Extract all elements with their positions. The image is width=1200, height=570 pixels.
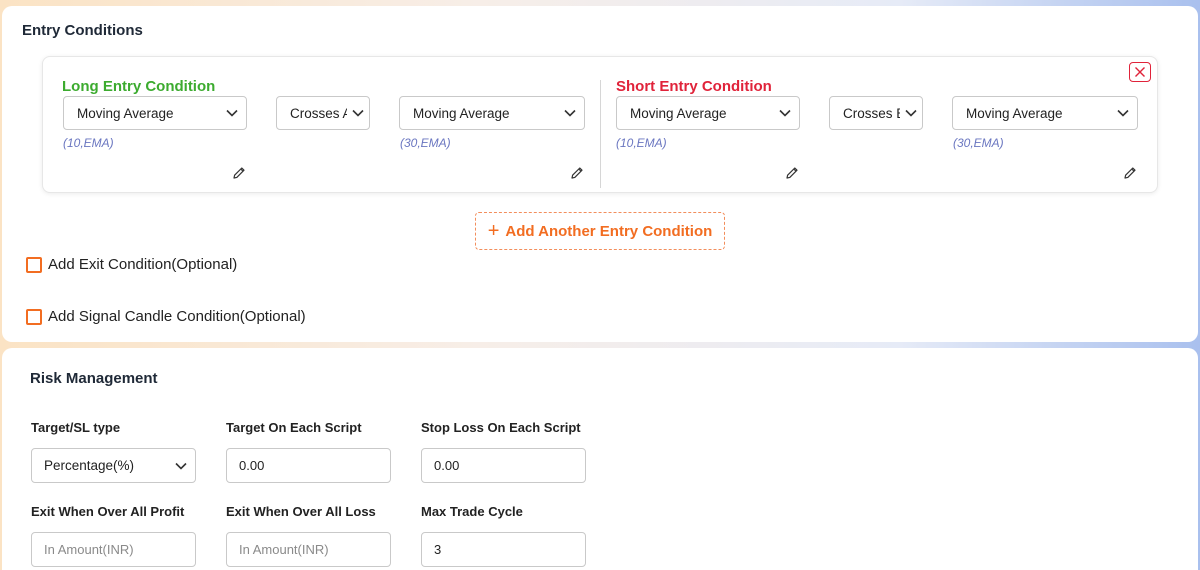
pencil-icon[interactable]	[232, 166, 246, 180]
short-entry-title: Short Entry Condition	[616, 78, 772, 95]
signal-candle-checkbox[interactable]	[26, 308, 42, 325]
add-entry-condition-button[interactable]: + Add Another Entry Condition	[475, 212, 725, 250]
chevron-down-icon	[564, 109, 576, 117]
short-comparator-select[interactable]: Crosses Below	[829, 96, 923, 130]
long-indicator1-params: (10,EMA)	[63, 136, 114, 150]
risk-management-card: Risk Management Target/SL type Target On…	[2, 348, 1198, 570]
pencil-icon[interactable]	[1123, 166, 1137, 180]
exit-condition-option[interactable]: Add Exit Condition(Optional)	[26, 256, 237, 273]
target-sl-type-select[interactable]: Percentage(%)	[31, 448, 196, 483]
target-input[interactable]: 0.00	[226, 448, 391, 483]
entry-conditions-card: Entry Conditions Long Entry Condition Mo…	[2, 6, 1198, 342]
overall-profit-input[interactable]: In Amount(INR)	[31, 532, 196, 567]
exit-condition-label: Add Exit Condition(Optional)	[48, 256, 238, 273]
condition-divider	[600, 80, 601, 188]
signal-candle-label: Add Signal Candle Condition(Optional)	[48, 308, 306, 325]
stoploss-input[interactable]: 0.00	[421, 448, 586, 483]
plus-icon: +	[487, 220, 500, 242]
max-cycle-input[interactable]: 3	[421, 532, 586, 567]
short-indicator1-select[interactable]: Moving Average	[616, 96, 800, 130]
short-indicator2-select[interactable]: Moving Average	[952, 96, 1138, 130]
chevron-down-icon	[175, 462, 187, 470]
remove-condition-button[interactable]	[1129, 62, 1151, 82]
long-entry-title: Long Entry Condition	[62, 78, 216, 95]
chevron-down-icon	[905, 109, 917, 117]
exit-condition-checkbox[interactable]	[26, 256, 42, 273]
pencil-icon[interactable]	[570, 166, 584, 180]
long-comparator-select[interactable]: Crosses Above	[276, 96, 370, 130]
chevron-down-icon	[352, 109, 364, 117]
long-indicator1-select[interactable]: Moving Average	[63, 96, 247, 130]
long-indicator2-params: (30,EMA)	[400, 136, 451, 150]
long-indicator2-select[interactable]: Moving Average	[399, 96, 585, 130]
pencil-icon[interactable]	[785, 166, 799, 180]
close-icon	[1135, 67, 1145, 77]
short-indicator1-params: (10,EMA)	[616, 136, 667, 150]
stoploss-label: Stop Loss On Each Script	[421, 420, 581, 435]
overall-profit-label: Exit When Over All Profit	[31, 504, 185, 519]
signal-candle-option[interactable]: Add Signal Candle Condition(Optional)	[26, 308, 306, 325]
chevron-down-icon	[779, 109, 791, 117]
risk-management-title: Risk Management	[30, 370, 158, 387]
overall-loss-label: Exit When Over All Loss	[226, 504, 376, 519]
target-label: Target On Each Script	[226, 420, 362, 435]
max-cycle-label: Max Trade Cycle	[421, 504, 523, 519]
chevron-down-icon	[1117, 109, 1129, 117]
chevron-down-icon	[226, 109, 238, 117]
short-indicator2-params: (30,EMA)	[953, 136, 1004, 150]
entry-conditions-title: Entry Conditions	[22, 22, 143, 39]
overall-loss-input[interactable]: In Amount(INR)	[226, 532, 391, 567]
target-sl-type-label: Target/SL type	[31, 420, 121, 435]
